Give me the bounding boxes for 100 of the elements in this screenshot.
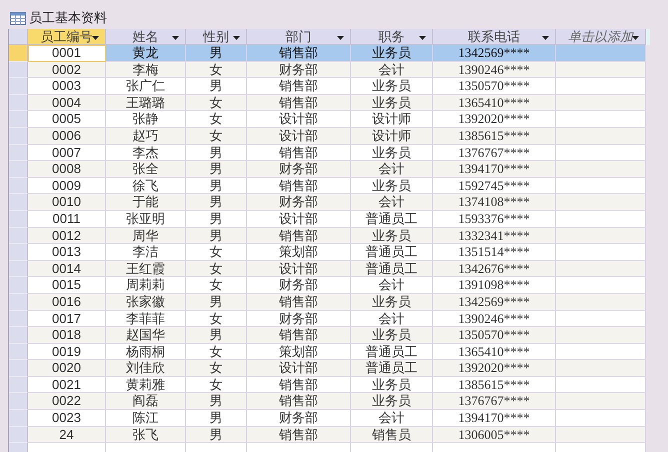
table-cell: 男 [186,144,247,162]
column-header[interactable]: 联系电话 [433,29,556,45]
row-selector[interactable] [9,178,28,194]
table-cell: 女 [186,344,247,360]
row-selector[interactable] [9,376,28,394]
table-cell: 销售部 [247,327,351,344]
tab-title[interactable]: 员工基本资料 [29,9,107,27]
table-cell: 业务员 [351,294,433,310]
select-all-corner[interactable] [9,29,28,45]
table-cell: 策划部 [247,244,351,261]
row-selector[interactable] [9,144,28,162]
table-cell: 男 [186,426,247,444]
row-selector[interactable] [9,128,28,145]
add-column-header[interactable]: 单击以添加 [556,29,646,45]
table-cell: 赵巧 [106,128,186,145]
table-cell: 0001 [28,45,106,62]
table-cell: 0021 [28,376,106,394]
table-cell: 设计部 [247,210,351,228]
table-cell: 销售部 [247,144,351,162]
table-cell: 0009 [28,178,106,194]
table-cell: 男 [186,194,247,211]
dropdown-arrow-icon[interactable] [337,36,344,40]
table-cell: 男 [186,210,247,228]
table-cell: 1342569**** [433,294,556,310]
table-cell: 销售部 [247,426,351,444]
dropdown-arrow-icon[interactable] [172,36,179,40]
table-cell: 0008 [28,161,106,178]
table-cell: 业务员 [351,376,433,394]
table-cell: 周华 [106,228,186,244]
row-selector[interactable] [9,310,28,328]
row-selector[interactable] [9,294,28,310]
column-header[interactable]: 性别 [186,29,247,45]
row-selector[interactable] [9,393,28,410]
row-selector[interactable] [9,244,28,261]
dropdown-arrow-icon[interactable] [233,36,240,40]
table-cell: 设计部 [247,360,351,377]
table-cell: 财务部 [247,194,351,211]
table-cell: 0012 [28,228,106,244]
table-cell: 男 [186,294,247,310]
row-selector[interactable] [9,327,28,344]
table-cell: 业务员 [351,393,433,410]
row-selector[interactable] [9,194,28,211]
table-cell: 女 [186,62,247,78]
table-cell: 女 [186,111,247,128]
table-cell: 李菲菲 [106,310,186,328]
table-cell: 1394170**** [433,410,556,427]
table-cell: 会计 [351,277,433,294]
column-header[interactable]: 姓名 [106,29,186,45]
table-cell: 0023 [28,410,106,427]
table-cell: 张亚明 [106,210,186,228]
table-cell: 女 [186,244,247,261]
row-selector[interactable] [9,62,28,78]
table-cell: 女 [186,94,247,112]
table-cell: 会计 [351,410,433,427]
table-cell: 0020 [28,360,106,377]
row-selector[interactable] [9,277,28,294]
table-icon [10,12,26,24]
table-cell: 1392020**** [433,360,556,377]
table-cell: 设计部 [247,260,351,278]
row-selector[interactable] [9,228,28,244]
table-cell: 设计部 [247,111,351,128]
table-cell: 1351514**** [433,244,556,261]
row-selector[interactable] [9,260,28,278]
dropdown-arrow-icon[interactable] [632,36,639,40]
table-cell: 0022 [28,393,106,410]
table-cell: 0016 [28,294,106,310]
column-header[interactable]: 员工编号 [28,29,106,45]
row-selector[interactable] [9,360,28,377]
table-cell: 销售部 [247,178,351,194]
dropdown-arrow-icon[interactable] [542,36,549,40]
column-header[interactable]: 职务 [351,29,433,45]
table-cell: 女 [186,360,247,377]
row-selector[interactable] [9,426,28,444]
row-selector[interactable] [9,94,28,112]
dropdown-arrow-icon[interactable] [419,36,426,40]
row-selector[interactable] [9,210,28,228]
table-cell: 财务部 [247,62,351,78]
table-cell: 张广仁 [106,78,186,95]
row-selector[interactable] [9,344,28,360]
table-cell: 销售部 [247,45,351,62]
table-cell: 0014 [28,260,106,278]
row-selector[interactable] [9,161,28,178]
column-header[interactable]: 部门 [247,29,351,45]
table-cell: 刘佳欣 [106,360,186,377]
table-cell: 杨雨桐 [106,344,186,360]
table-cell: 设计部 [247,128,351,145]
row-selector[interactable] [9,111,28,128]
table-cell: 1342676**** [433,260,556,278]
table-cell: 1385615**** [433,376,556,394]
table-cell: 1365410**** [433,94,556,112]
row-selector[interactable] [9,78,28,95]
table-cell: 业务员 [351,78,433,95]
table-cell: 销售部 [247,393,351,410]
table-cell: 0017 [28,310,106,328]
row-selector[interactable] [9,45,28,62]
table-cell: 王红霞 [106,260,186,278]
dropdown-arrow-icon[interactable] [92,36,99,40]
table-cell: 王璐璐 [106,94,186,112]
row-selector[interactable] [9,410,28,427]
table-cell: 女 [186,376,247,394]
